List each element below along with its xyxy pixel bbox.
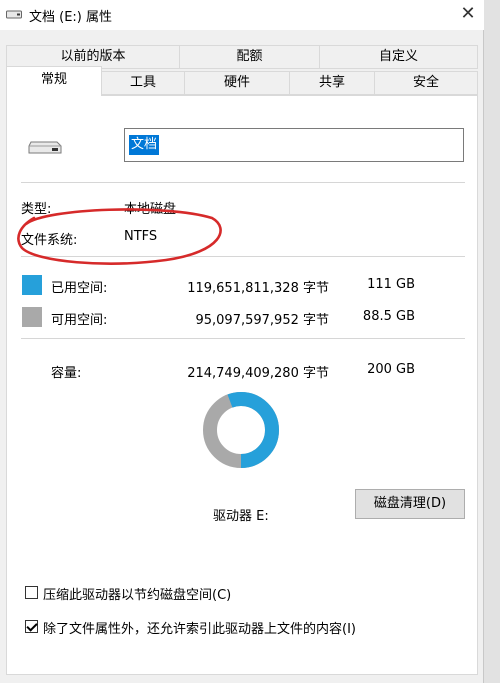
filesystem-label: 文件系统: xyxy=(21,233,78,248)
background-window-edge xyxy=(484,0,500,683)
tab-customize[interactable]: 自定义 xyxy=(319,45,478,69)
divider xyxy=(21,182,465,183)
divider xyxy=(21,256,465,257)
close-icon: ✕ xyxy=(460,3,476,24)
tab-label: 安全 xyxy=(412,75,439,90)
general-panel: 文档 类型: 本地磁盘 文件系统: NTFS 已用空间: 119,651,811… xyxy=(6,95,478,675)
disk-cleanup-button[interactable]: 磁盘清理(D) xyxy=(355,489,465,519)
drive-label: 驱动器 E: xyxy=(213,509,269,524)
index-label[interactable]: 除了文件属性外，还允许索引此驱动器上文件的内容(I) xyxy=(43,618,356,637)
tab-label: 常规 xyxy=(40,72,67,87)
used-space-size: 111 GB xyxy=(367,277,415,292)
tab-hardware[interactable]: 硬件 xyxy=(184,71,290,95)
used-space-label: 已用空间: xyxy=(51,281,108,296)
tab-label: 工具 xyxy=(129,75,156,90)
free-space-label: 可用空间: xyxy=(51,313,108,328)
free-space-swatch xyxy=(22,307,42,327)
free-space-bytes: 95,097,597,952 字节 xyxy=(195,313,329,328)
tab-general[interactable]: 常规 xyxy=(6,66,102,96)
close-button[interactable]: ✕ xyxy=(455,2,481,26)
tab-tools[interactable]: 工具 xyxy=(101,71,185,95)
tab-sharing[interactable]: 共享 xyxy=(289,71,375,95)
tab-label: 以前的版本 xyxy=(60,49,126,64)
capacity-size: 200 GB xyxy=(367,362,415,377)
drive-name-input[interactable]: 文档 xyxy=(124,128,464,162)
capacity-label: 容量: xyxy=(51,366,82,381)
filesystem-value: NTFS xyxy=(124,229,158,244)
tab-label: 共享 xyxy=(318,75,345,90)
used-space-swatch xyxy=(22,275,42,295)
used-space-bytes: 119,651,811,328 字节 xyxy=(187,281,329,296)
usage-donut-chart xyxy=(203,392,279,468)
type-value: 本地磁盘 xyxy=(124,202,177,217)
tab-security[interactable]: 安全 xyxy=(374,71,478,95)
drive-icon xyxy=(28,141,62,154)
compress-label[interactable]: 压缩此驱动器以节约磁盘空间(C) xyxy=(43,584,231,603)
window-title: 文档 (E:) 属性 xyxy=(29,10,113,25)
tab-quota[interactable]: 配额 xyxy=(179,45,320,69)
capacity-bytes: 214,749,409,280 字节 xyxy=(187,366,329,381)
drive-icon xyxy=(6,10,22,19)
free-space-size: 88.5 GB xyxy=(362,309,415,324)
drive-name-selected-text: 文档 xyxy=(129,135,160,155)
tab-label: 硬件 xyxy=(223,75,250,90)
compress-checkbox[interactable] xyxy=(25,586,38,599)
index-checkbox[interactable] xyxy=(25,620,38,633)
properties-window: 文档 (E:) 属性 ✕ 以前的版本 配额 自定义 常规 工具 硬件 共享 安全… xyxy=(0,0,484,683)
type-label: 类型: xyxy=(21,202,52,217)
tab-label: 配额 xyxy=(236,49,263,64)
title-bar: 文档 (E:) 属性 ✕ xyxy=(0,0,484,30)
tab-label: 自定义 xyxy=(378,49,418,64)
divider xyxy=(21,338,465,339)
